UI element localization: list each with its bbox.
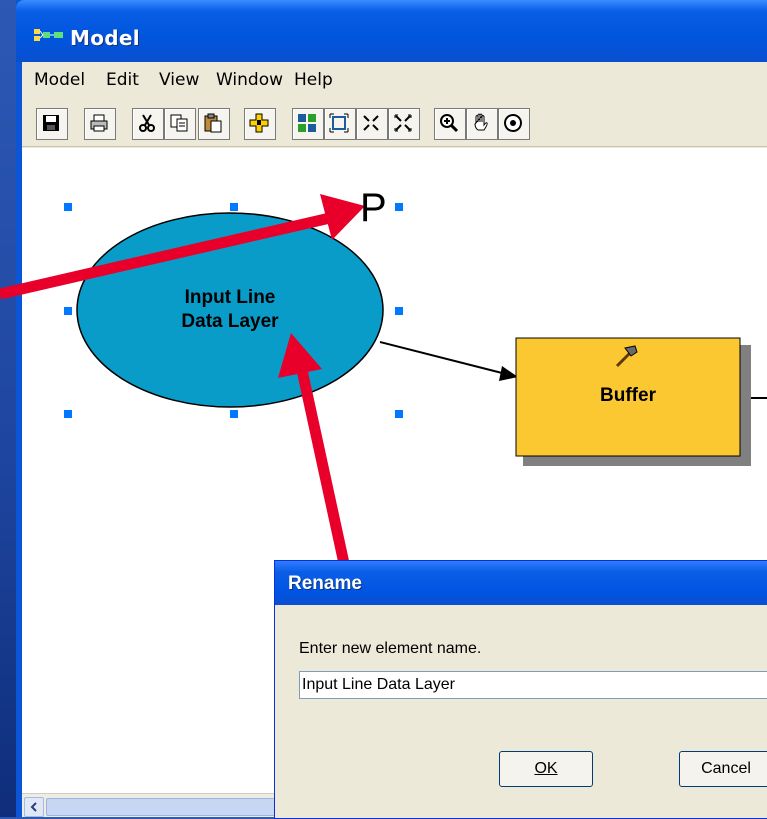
cancel-button[interactable]: Cancel: [679, 751, 767, 787]
selection-handle: [395, 307, 403, 315]
rename-dialog: Rename Enter new element name. Input Lin…: [274, 560, 767, 819]
element-name-input[interactable]: Input Line Data Layer: [299, 671, 767, 699]
input-node-label: Input Line Data Layer: [130, 286, 330, 334]
connector-input-to-buffer: [379, 341, 507, 375]
connector-arrowhead: [499, 366, 518, 381]
dialog-title-bar[interactable]: Rename: [275, 561, 767, 605]
arrow-to-ellipse-shaft: [296, 368, 351, 570]
buffer-node-label: Buffer: [600, 385, 656, 406]
cancel-button-label: Cancel: [701, 760, 751, 777]
dialog-title: Rename: [288, 573, 362, 594]
ok-button-label: OK: [534, 760, 558, 777]
dialog-body: Enter new element name. Input Line Data …: [279, 605, 767, 818]
parameter-marker: P: [360, 186, 387, 230]
selection-handle: [64, 307, 72, 315]
selection-handle: [64, 410, 72, 418]
selection-handle: [395, 203, 403, 211]
selection-handle: [230, 203, 238, 211]
input-node-label-line2: Data Layer: [181, 311, 279, 332]
arrow-to-p-head: [320, 194, 365, 240]
input-node-label-line1: Input Line: [184, 287, 276, 308]
selection-handle: [230, 410, 238, 418]
ok-button[interactable]: OK: [499, 751, 593, 787]
selection-handle: [64, 203, 72, 211]
selection-handle: [395, 410, 403, 418]
dialog-prompt: Enter new element name.: [299, 640, 482, 657]
